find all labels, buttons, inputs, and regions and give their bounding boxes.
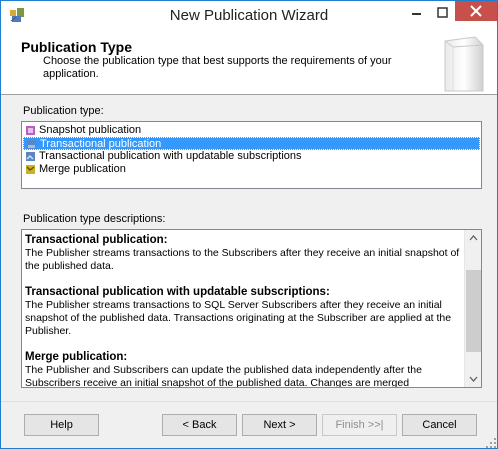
resize-grip-icon[interactable] — [485, 437, 497, 449]
page-description: Choose the publication type that best su… — [43, 55, 392, 80]
description-heading: Transactional publication: — [25, 234, 168, 246]
back-button[interactable]: < Back — [162, 414, 237, 436]
help-button[interactable]: Help — [24, 414, 99, 436]
finish-button[interactable]: Finish >>| — [322, 414, 397, 436]
cancel-button[interactable]: Cancel — [402, 414, 477, 436]
list-item-merge-publication[interactable]: Merge publication — [23, 163, 480, 176]
description-text: The Publisher and Subscribers can update… — [25, 364, 422, 388]
description-heading: Merge publication: — [25, 351, 128, 363]
updatable-publication-icon — [26, 152, 35, 161]
maximize-icon[interactable] — [429, 3, 455, 23]
description-content: Transactional publication: The Publisher… — [25, 234, 465, 388]
merge-publication-icon — [26, 165, 35, 174]
wizard-header: Publication Type Choose the publication … — [1, 31, 497, 95]
transactional-publication-icon — [27, 140, 36, 149]
close-icon[interactable] — [455, 1, 497, 21]
next-button[interactable]: Next > — [242, 414, 317, 436]
list-item-updatable-publication[interactable]: Transactional publication with updatable… — [23, 150, 480, 163]
publication-type-list[interactable]: Snapshot publication Transactional publi… — [21, 121, 482, 189]
title-bar[interactable]: New Publication Wizard — [1, 1, 497, 31]
scrollbar-thumb[interactable] — [466, 270, 481, 352]
vertical-scrollbar[interactable] — [464, 230, 481, 387]
list-item-snapshot-publication[interactable]: Snapshot publication — [23, 124, 480, 137]
snapshot-publication-icon — [26, 126, 35, 135]
description-panel[interactable]: Transactional publication: The Publisher… — [21, 229, 482, 388]
description-block: Merge publication: The Publisher and Sub… — [25, 351, 465, 388]
description-heading: Transactional publication with updatable… — [25, 286, 330, 298]
footer-divider — [1, 401, 497, 402]
list-item-label: Transactional publication — [40, 138, 162, 150]
description-block: Transactional publication: The Publisher… — [25, 234, 465, 273]
list-item-label: Transactional publication with updatable… — [39, 150, 302, 162]
scroll-down-arrow-icon[interactable] — [465, 370, 482, 387]
description-block: Transactional publication with updatable… — [25, 286, 465, 338]
list-item-transactional-publication[interactable]: Transactional publication — [23, 137, 480, 150]
minimize-icon[interactable] — [403, 3, 429, 23]
descriptions-label: Publication type descriptions: — [23, 213, 166, 225]
database-illustration-icon — [444, 36, 484, 92]
list-item-label: Snapshot publication — [39, 124, 142, 136]
scroll-up-arrow-icon[interactable] — [465, 230, 482, 247]
description-text: The Publisher streams transactions to SQ… — [25, 299, 452, 337]
list-item-label: Merge publication — [39, 163, 126, 175]
wizard-window: New Publication Wizard Publication Type … — [0, 0, 498, 449]
page-title: Publication Type — [21, 39, 132, 55]
publication-type-label: Publication type: — [23, 105, 104, 117]
description-text: The Publisher streams transactions to th… — [25, 247, 460, 272]
